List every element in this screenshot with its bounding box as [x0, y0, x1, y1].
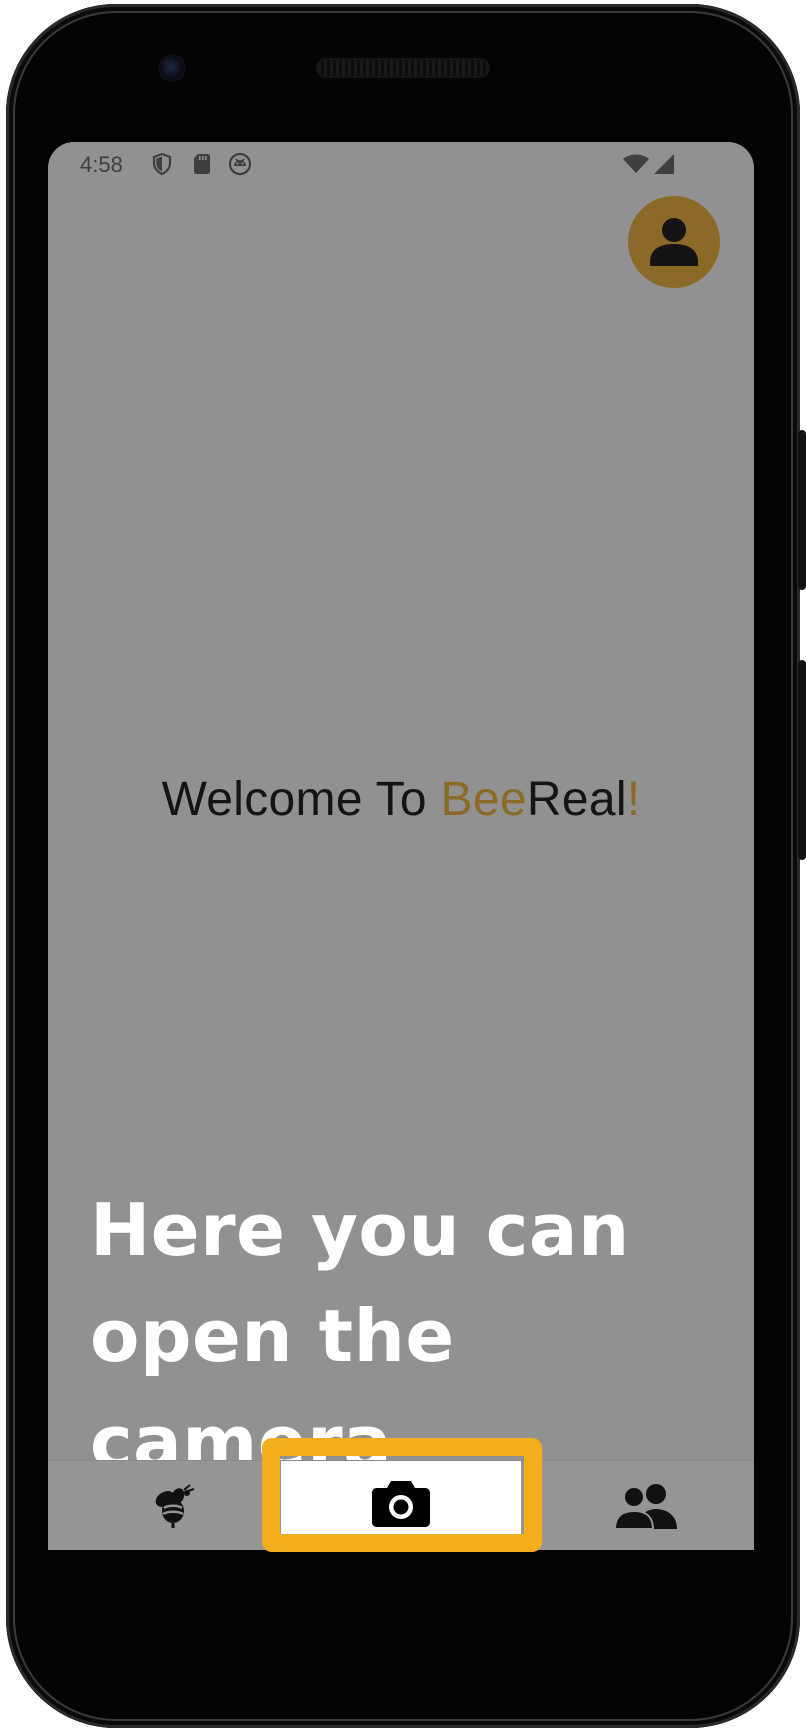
profile-avatar-button[interactable] [628, 196, 720, 288]
brand-bee: Bee [440, 773, 527, 826]
sd-card-icon [194, 154, 210, 174]
wifi-icon [623, 154, 649, 173]
android-debug-icon [228, 152, 252, 176]
person-icon [650, 218, 698, 266]
nav-home-tab[interactable] [128, 1461, 218, 1550]
tutorial-highlight-frame [262, 1438, 542, 1552]
bee-icon [155, 1484, 195, 1528]
status-time: 4:58 [80, 152, 123, 177]
earpiece-speaker [318, 60, 488, 76]
brand-exclaim: ! [626, 773, 641, 826]
welcome-text: Welcome To BeeReal! [48, 772, 754, 827]
status-bar: 4:58 [48, 142, 754, 186]
welcome-prefix: Welcome To [161, 773, 441, 826]
friends-icon [613, 1484, 677, 1530]
front-camera [160, 56, 184, 80]
tutorial-line-1: Here you can [90, 1188, 630, 1272]
power-button [798, 430, 806, 590]
brand-real: Real [526, 773, 627, 826]
cell-signal-icon [654, 154, 674, 174]
volume-button [798, 660, 806, 860]
shield-icon [152, 152, 172, 176]
nav-friends-tab[interactable] [601, 1461, 691, 1550]
app-screen: 4:58 Welcome To BeeReal! Here you can op… [48, 142, 754, 1550]
